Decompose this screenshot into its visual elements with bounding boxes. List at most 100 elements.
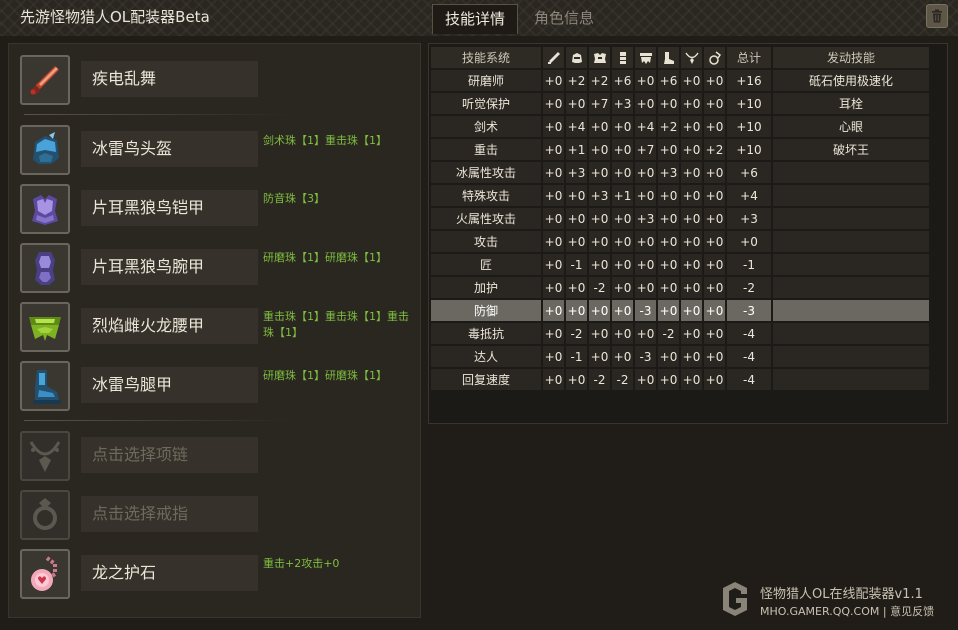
footer-title: 怪物猎人OL在线配装器v1.1 xyxy=(760,587,923,602)
skill-value-cell: +0 xyxy=(566,93,587,114)
arm-slot-icon[interactable] xyxy=(20,243,70,293)
skill-value-cell: +0 xyxy=(589,208,610,229)
skill-value-cell: +0 xyxy=(543,369,564,390)
skill-value-cell: +0 xyxy=(704,323,725,344)
skill-value-cell: -2 xyxy=(658,323,679,344)
charm-name[interactable]: 龙之护石 xyxy=(81,555,258,591)
weapon-slot-icon[interactable] xyxy=(20,55,70,105)
charm-icon xyxy=(708,51,721,65)
skill-name-cell: 特殊攻击 xyxy=(431,185,541,206)
skill-value-cell: +0 xyxy=(681,254,702,275)
skill-value-cell: +0 xyxy=(704,300,725,321)
arm-name[interactable]: 片耳黑狼鸟腕甲 xyxy=(81,249,258,285)
skill-value-cell: +2 xyxy=(704,139,725,160)
table-row: 毒抵抗 +0 -2 +0 +0 +0 -2 +0 +0 -4 xyxy=(431,323,929,344)
helmet-slot-icon[interactable] xyxy=(20,125,70,175)
ring-slot-icon[interactable] xyxy=(20,490,70,540)
tab-skill-details[interactable]: 技能详情 xyxy=(432,4,518,34)
skill-value-cell: +0 xyxy=(681,70,702,91)
skill-name-cell: 防御 xyxy=(431,300,541,321)
skill-total-cell: -1 xyxy=(727,254,771,275)
weapon-icon xyxy=(30,66,59,96)
skill-value-cell: +0 xyxy=(589,231,610,252)
chest-icon xyxy=(593,52,606,63)
table-row: 回复速度 +0 +0 -2 -2 +0 +0 +0 +0 -4 xyxy=(431,369,929,390)
active-skill-cell xyxy=(773,231,929,252)
skill-value-cell: +0 xyxy=(681,139,702,160)
app-title: 先游怪物猎人OL配装器Beta xyxy=(20,8,210,26)
chest-name[interactable]: 片耳黑狼鸟铠甲 xyxy=(81,190,258,226)
skill-value-cell: +0 xyxy=(589,300,610,321)
skill-total-cell: +10 xyxy=(727,139,771,160)
skill-value-cell: +0 xyxy=(658,231,679,252)
waist-slot-icon[interactable] xyxy=(20,302,70,352)
skill-value-cell: +0 xyxy=(681,93,702,114)
skill-total-cell: -4 xyxy=(727,323,771,344)
arm-icon xyxy=(35,252,55,285)
skill-total-cell: +10 xyxy=(727,93,771,114)
footer-separator: | xyxy=(882,605,887,618)
header-arm xyxy=(612,47,633,68)
skill-value-cell: +0 xyxy=(704,116,725,137)
skill-total-cell: +0 xyxy=(727,231,771,252)
tab-character-info[interactable]: 角色信息 xyxy=(524,4,604,34)
skill-value-cell: +0 xyxy=(612,208,633,229)
skill-value-cell: +0 xyxy=(681,162,702,183)
trash-icon xyxy=(932,9,942,23)
divider xyxy=(24,420,294,421)
clear-button[interactable] xyxy=(926,4,948,28)
waist-icon xyxy=(639,52,652,64)
skill-value-cell: +0 xyxy=(589,346,610,367)
skill-value-cell: +0 xyxy=(566,369,587,390)
active-skill-cell xyxy=(773,277,929,298)
chest-slot-icon[interactable] xyxy=(20,184,70,234)
waist-gems: 重击珠【1】重击珠【1】重击珠【1】 xyxy=(263,310,409,339)
charm-slot-icon[interactable] xyxy=(20,549,70,599)
skill-value-cell: +0 xyxy=(566,231,587,252)
divider xyxy=(24,114,294,115)
leg-gems: 研磨珠【1】研磨珠【1】 xyxy=(263,369,387,382)
skill-value-cell: +4 xyxy=(635,116,656,137)
weapon-name[interactable]: 疾电乱舞 xyxy=(81,61,258,97)
skill-value-cell: +0 xyxy=(704,162,725,183)
skill-value-cell: +0 xyxy=(612,254,633,275)
feedback-link[interactable]: 意见反馈 xyxy=(890,605,934,618)
skill-value-cell: +0 xyxy=(658,208,679,229)
table-row: 冰属性攻击 +0 +3 +0 +0 +0 +3 +0 +0 +6 xyxy=(431,162,929,183)
skill-value-cell: +0 xyxy=(635,323,656,344)
necklace-icon xyxy=(684,52,699,64)
site-link[interactable]: MHO.GAMER.QQ.COM xyxy=(760,605,879,618)
leg-name[interactable]: 冰雷鸟腿甲 xyxy=(81,367,258,403)
skill-value-cell: +3 xyxy=(589,185,610,206)
skill-value-cell: +0 xyxy=(658,254,679,275)
skill-value-cell: +0 xyxy=(704,93,725,114)
skill-total-cell: +16 xyxy=(727,70,771,91)
leg-slot-icon[interactable] xyxy=(20,361,70,411)
skill-value-cell: +0 xyxy=(681,369,702,390)
active-skill-cell xyxy=(773,254,929,275)
skill-table: 技能系统 总计 发动技能 研磨师 +0 +2 +2 +6 +0 +6 +0 +0… xyxy=(429,45,931,392)
waist-name[interactable]: 烈焰雌火龙腰甲 xyxy=(81,308,258,344)
skill-value-cell: +0 xyxy=(681,323,702,344)
leg-icon xyxy=(663,51,674,64)
active-skill-cell xyxy=(773,185,929,206)
table-row: 剑术 +0 +4 +0 +0 +4 +2 +0 +0 +10 心眼 xyxy=(431,116,929,137)
ring-icon xyxy=(33,498,57,530)
skill-value-cell: +0 xyxy=(704,277,725,298)
skill-value-cell: +0 xyxy=(704,185,725,206)
necklace-slot-icon[interactable] xyxy=(20,431,70,481)
skill-value-cell: +7 xyxy=(589,93,610,114)
necklace-select[interactable]: 点击选择项链 xyxy=(81,437,258,473)
ring-select[interactable]: 点击选择戒指 xyxy=(81,496,258,532)
skill-value-cell: +0 xyxy=(612,231,633,252)
helmet-name[interactable]: 冰雷鸟头盔 xyxy=(81,131,258,167)
table-header-row: 技能系统 总计 发动技能 xyxy=(431,47,929,68)
active-skill-cell xyxy=(773,208,929,229)
chest-gems: 防音珠【3】 xyxy=(263,192,325,205)
skill-value-cell: -2 xyxy=(566,323,587,344)
table-row: 重击 +0 +1 +0 +0 +7 +0 +0 +2 +10 破坏王 xyxy=(431,139,929,160)
skill-total-cell: -4 xyxy=(727,369,771,390)
skill-value-cell: +0 xyxy=(658,369,679,390)
skill-name-cell: 加护 xyxy=(431,277,541,298)
skill-value-cell: +0 xyxy=(681,116,702,137)
